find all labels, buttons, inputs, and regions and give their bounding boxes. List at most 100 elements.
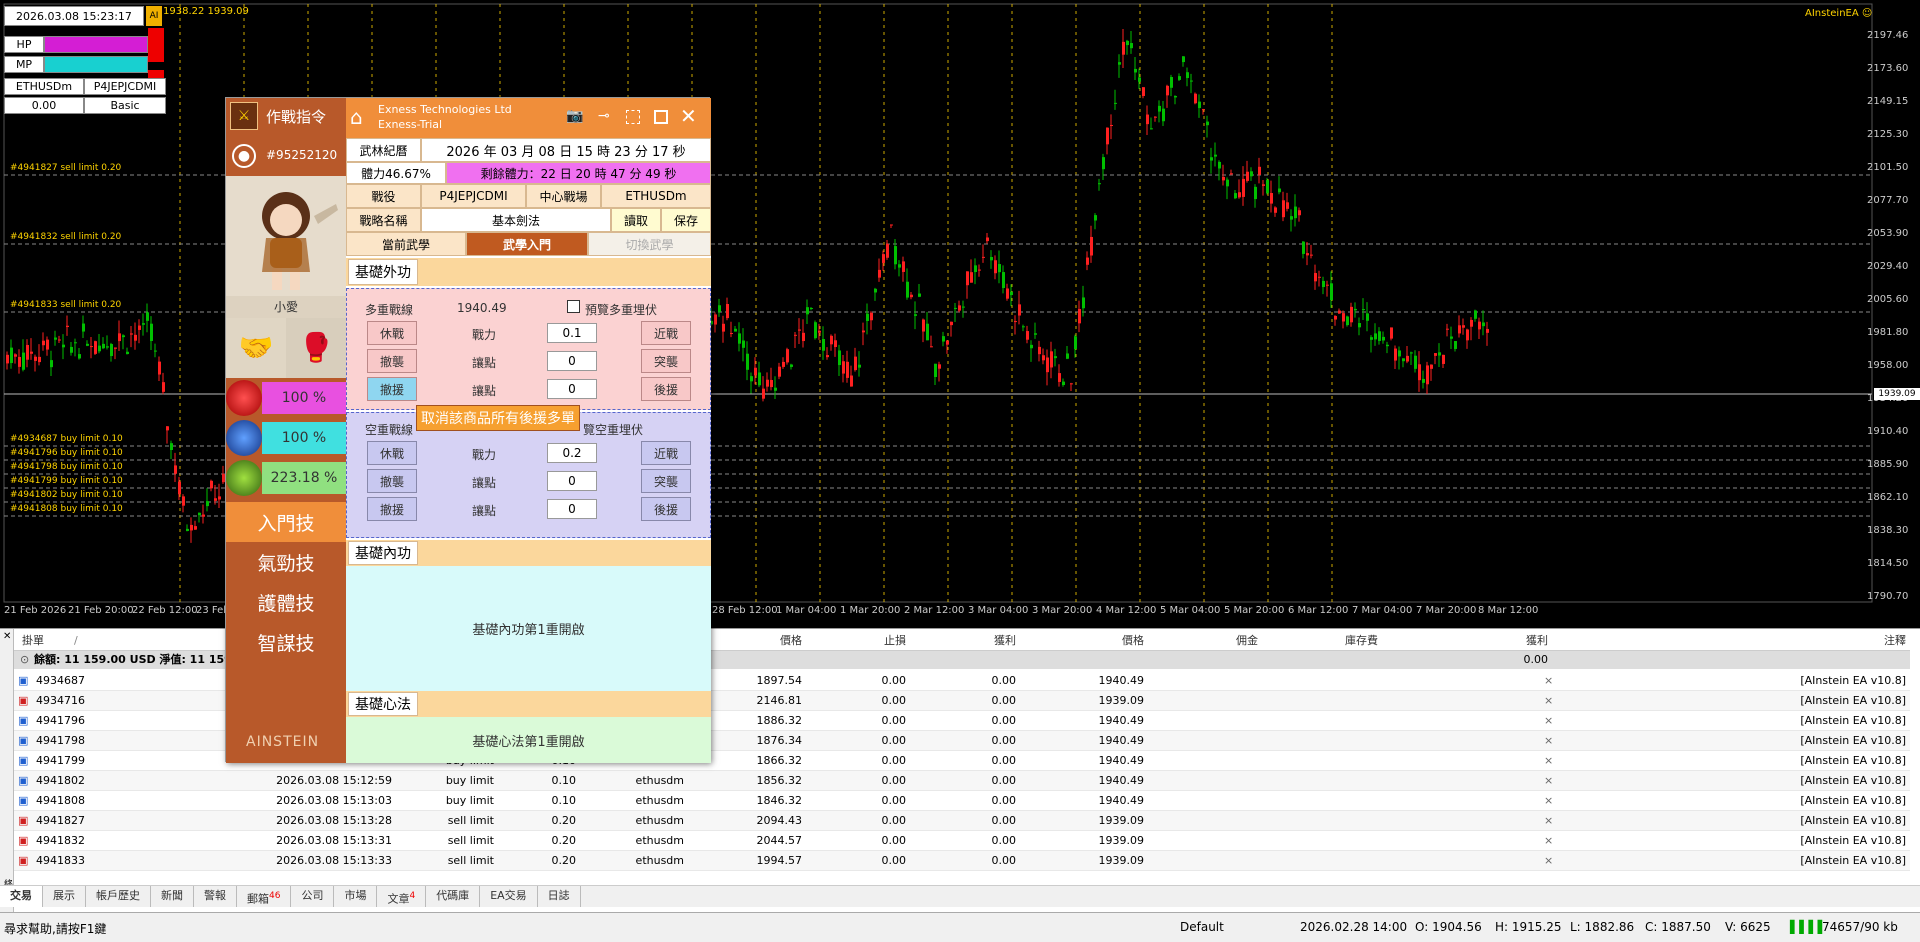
price-tick: 1790.70 (1867, 591, 1909, 602)
tab-6[interactable]: 公司 (291, 886, 335, 907)
order-comment: [AInstein EA v10.8] (1800, 734, 1906, 747)
tab-1[interactable]: 展示 (43, 886, 86, 907)
preview-short-label: 覽空重埋伏 (583, 423, 644, 437)
long-near-button[interactable]: 近戰 (641, 321, 691, 345)
short-concede2-input[interactable]: 0 (547, 499, 597, 519)
gauntlets-icon[interactable]: 🥊 (286, 318, 346, 378)
cancel-order-icon[interactable]: × (1544, 851, 1553, 871)
cancel-order-icon[interactable]: × (1544, 711, 1553, 731)
table-row[interactable]: ▣ 4941833 2026.03.08 15:13:33 sell limit 0.2… (14, 851, 1910, 871)
long-withdraw-button[interactable]: 撤襲 (367, 349, 417, 373)
cancel-order-icon[interactable]: × (1544, 791, 1553, 811)
mana-icon (226, 420, 262, 456)
arena-label: 中心戰場 (526, 184, 601, 208)
tab-4[interactable]: 警報 (194, 886, 237, 907)
col-sl[interactable]: 止損 (804, 631, 906, 651)
table-row[interactable]: ▣ 4941827 2026.03.08 15:13:28 sell limit 0.2… (14, 811, 1910, 831)
save-button[interactable]: 保存 (661, 208, 711, 232)
close-icon[interactable]: ✕ (3, 631, 11, 642)
col-tp[interactable]: 獲利 (908, 631, 1016, 651)
col-profit[interactable]: 獲利 (1380, 631, 1548, 651)
maximize-icon[interactable] (654, 110, 668, 124)
tab-11[interactable]: 日誌 (538, 886, 581, 907)
short-raid-button[interactable]: 突襲 (641, 469, 691, 493)
order-line-label[interactable]: #4941802 buy limit 0.10 (10, 490, 123, 500)
order-line-label[interactable]: #4941799 buy limit 0.10 (10, 476, 123, 486)
tab-8[interactable]: 文章4 (377, 886, 427, 907)
cancel-order-icon[interactable]: × (1544, 671, 1553, 691)
col-comment[interactable]: 注釋 (1550, 631, 1906, 651)
long-raid-button[interactable]: 突襲 (641, 349, 691, 373)
snap-icon[interactable] (626, 110, 640, 124)
pin-icon[interactable]: ⊸ (598, 108, 610, 124)
order-line-label[interactable]: #4941833 sell limit 0.20 (10, 300, 121, 310)
tab-10[interactable]: EA交易 (480, 886, 538, 907)
time-tick: 7 Mar 20:00 (1416, 605, 1477, 616)
tab-2[interactable]: 帳戶歷史 (86, 886, 151, 907)
col-order[interactable]: 掛單 (22, 631, 44, 651)
cancel-order-icon[interactable]: × (1544, 811, 1553, 831)
home-icon[interactable]: ⌂ (350, 106, 372, 128)
short-retreat-button[interactable]: 撤援 (367, 497, 417, 521)
handshake-icon[interactable]: 🤝 (226, 318, 286, 378)
status-profile[interactable]: Default (1180, 920, 1224, 934)
sort-icon[interactable]: / (74, 631, 78, 651)
menu-intro[interactable]: 入門技 (226, 502, 346, 542)
short-power-input[interactable]: 0.2 (547, 443, 597, 463)
tab-3[interactable]: 新聞 (151, 886, 194, 907)
cancel-order-icon[interactable]: × (1544, 831, 1553, 851)
short-withdraw-button[interactable]: 撤襲 (367, 469, 417, 493)
strategy-input[interactable]: 基本劍法 (421, 208, 611, 232)
short-near-button[interactable]: 近戰 (641, 441, 691, 465)
col-swap[interactable]: 庫存費 (1260, 631, 1378, 651)
long-concede-input[interactable]: 0 (547, 351, 597, 371)
camera-icon[interactable]: 📷 (566, 108, 583, 124)
tab-9[interactable]: 代碼庫 (426, 886, 481, 907)
order-line-label[interactable]: #4941832 sell limit 0.20 (10, 232, 121, 242)
order-line-label[interactable]: #4941796 buy limit 0.10 (10, 448, 123, 458)
status-traffic: 74657/90 kb (1822, 920, 1898, 934)
long-retreat-button[interactable]: 撤援 (367, 377, 417, 401)
col-price2[interactable]: 價格 (1018, 631, 1144, 651)
cancel-order-icon[interactable]: × (1544, 731, 1553, 751)
outer-section-tab[interactable]: 基礎外功 (348, 259, 418, 285)
long-power-input[interactable]: 0.1 (547, 323, 597, 343)
short-concede-input[interactable]: 0 (547, 471, 597, 491)
mind-section-tab[interactable]: 基礎心法 (348, 692, 418, 716)
order-line-label[interactable]: #4941808 buy limit 0.10 (10, 504, 123, 514)
order-line-label[interactable]: #4934687 buy limit 0.10 (10, 434, 123, 444)
cancel-order-icon[interactable]: × (1544, 751, 1553, 771)
cancel-order-icon[interactable]: × (1544, 691, 1553, 711)
value-row: 0.00 Basic (4, 97, 166, 114)
close-icon[interactable]: ✕ (680, 104, 697, 128)
col-commission[interactable]: 佣金 (1146, 631, 1258, 651)
table-row[interactable]: ▣ 4941802 2026.03.08 15:12:59 buy limit 0.10… (14, 771, 1910, 791)
menu-qi[interactable]: 氣勁技 (226, 542, 346, 582)
time-tick: 3 Mar 20:00 (1032, 605, 1093, 616)
menu-guard[interactable]: 護體技 (226, 582, 346, 622)
tab-intro[interactable]: 武學入門 (466, 232, 588, 256)
table-row[interactable]: ▣ 4941832 2026.03.08 15:13:31 sell limit 0.2… (14, 831, 1910, 851)
user-icon: ● (232, 144, 256, 168)
order-line-label[interactable]: #4941827 sell limit 0.20 (10, 163, 121, 173)
tab-current[interactable]: 當前武學 (346, 232, 466, 256)
order-id: 4941833 (36, 854, 85, 867)
preview-long-checkbox[interactable] (567, 300, 580, 313)
tab-7[interactable]: 市場 (334, 886, 378, 907)
long-concede2-input[interactable]: 0 (547, 379, 597, 399)
short-rest-button[interactable]: 休戰 (367, 441, 417, 465)
order-line-label[interactable]: #4941798 buy limit 0.10 (10, 462, 123, 472)
tab-5[interactable]: 郵箱46 (237, 886, 292, 907)
ea-panel[interactable]: ⚔ 作戰指令 ● #95252120 小愛 🤝 🥊 100 % 100 % 22… (225, 97, 711, 763)
table-row[interactable]: ▣ 4941808 2026.03.08 15:13:03 buy limit 0.10… (14, 791, 1910, 811)
long-rest-button[interactable]: 休戰 (367, 321, 417, 345)
menu-strategy[interactable]: 智謀技 (226, 622, 346, 662)
tab-0[interactable]: 交易 (0, 886, 43, 907)
short-backup-button[interactable]: 後援 (641, 497, 691, 521)
read-button[interactable]: 讀取 (611, 208, 661, 232)
inner-section-tab[interactable]: 基礎內功 (348, 541, 418, 565)
ea-titlebar[interactable]: ⌂ Exness Technologies Ltd Exness-Trial 📷… (346, 98, 711, 138)
tab-switch[interactable]: 切換武學 (588, 232, 711, 256)
cancel-order-icon[interactable]: × (1544, 771, 1553, 791)
long-backup-button[interactable]: 後援 (641, 377, 691, 401)
